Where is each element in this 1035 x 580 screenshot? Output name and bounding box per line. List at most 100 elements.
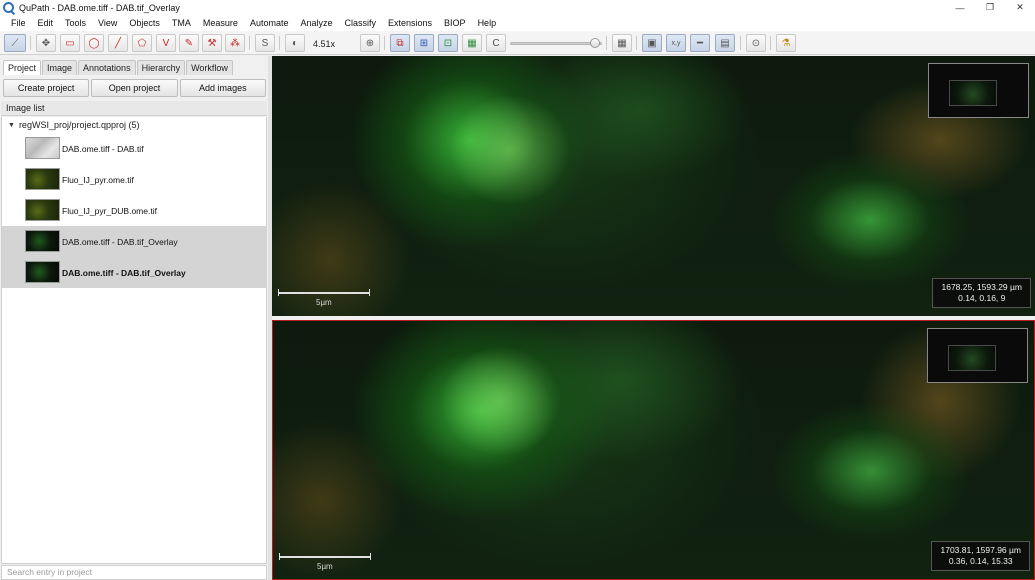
list-item[interactable]: Fluo_IJ_pyr_DUB.ome.tif [2, 195, 267, 226]
image-entry-label: DAB.ome.tiff - DAB.tif_Overlay [62, 267, 186, 278]
wand-tool-button[interactable]: ⚒ [202, 34, 222, 52]
show-annotations-button[interactable]: ⧉ [390, 34, 410, 52]
menu-measure[interactable]: Measure [197, 15, 244, 31]
analysis-pane: Project Image Annotations Hierarchy Work… [0, 56, 268, 580]
project-root[interactable]: ▼ regWSI_proj/project.qpproj (5) [8, 120, 140, 130]
project-buttons: Create project Open project Add images [3, 79, 266, 97]
log-icon: ⚗ [781, 37, 791, 49]
fill-detections-icon: ▦ [467, 37, 477, 49]
expand-arrow-icon[interactable]: ▼ [8, 122, 15, 129]
list-item[interactable]: DAB.ome.tiff - DAB.tif [2, 133, 267, 164]
scale-bar-label: 5µm [316, 298, 332, 307]
menu-classify[interactable]: Classify [339, 15, 383, 31]
ellipse-tool-button[interactable]: ◯ [84, 34, 104, 52]
overview-thumbnail[interactable] [927, 328, 1028, 383]
connections-icon: C [492, 37, 500, 49]
menu-tools[interactable]: Tools [59, 15, 92, 31]
menu-file[interactable]: File [5, 15, 32, 31]
toolbar-separator [740, 36, 741, 50]
tab-project[interactable]: Project [3, 60, 42, 75]
tab-hierarchy[interactable]: Hierarchy [136, 60, 186, 75]
selection-mode-button[interactable]: S [255, 34, 275, 52]
zoom-icon: ⊕ [365, 37, 375, 49]
analysis-tabs: Project Image Annotations Hierarchy Work… [3, 60, 234, 75]
show-connections-button[interactable]: C [486, 34, 506, 52]
line-tool-button[interactable]: ╱ [108, 34, 128, 52]
show-overview-button[interactable]: ▣ [642, 34, 662, 52]
image-entry-label: DAB.ome.tiff - DAB.tif [62, 143, 144, 154]
brush-tool-button[interactable]: ✎ [179, 34, 199, 52]
image-viewer-bottom[interactable]: 5µm 1703.81, 1597.96 µm 0.36, 0.14, 15.3… [272, 320, 1035, 580]
log-button[interactable]: ⚗ [776, 34, 796, 52]
pane-toggle-icon: ⟋ [11, 37, 19, 49]
menu-bar: File Edit Tools View Objects TMA Measure… [0, 15, 1035, 31]
menu-analyze[interactable]: Analyze [294, 15, 338, 31]
pixel-values: 0.14, 0.16, 9 [958, 293, 1006, 303]
show-location-button[interactable]: x,y [666, 34, 686, 52]
grid-icon: ▦ [617, 37, 627, 49]
restore-button[interactable]: ❐ [975, 0, 1005, 15]
move-tool-button[interactable]: ✥ [36, 34, 56, 52]
show-detections-button[interactable]: ⊡ [438, 34, 458, 52]
add-images-button[interactable]: Add images [179, 79, 266, 97]
points-tool-button[interactable]: ⁂ [225, 34, 245, 52]
pixel-classification-button[interactable]: ⊙ [746, 34, 766, 52]
list-item[interactable]: Fluo_IJ_pyr.ome.tif [2, 164, 267, 195]
menu-help[interactable]: Help [472, 15, 503, 31]
overview-thumbnail[interactable] [928, 63, 1029, 118]
show-grid-button[interactable]: ▦ [612, 34, 632, 52]
image-thumbnail [25, 168, 60, 190]
fill-detections-button[interactable]: ▦ [462, 34, 482, 52]
toolbar: ⟋ ✥ ▭ ◯ ╱ ⬠ V ✎ ⚒ ⁂ S ◐ 4.51x ⊕ ⧉ ⊞ ⊡ ▦ … [0, 31, 1035, 55]
scale-bar [279, 553, 371, 560]
rectangle-tool-button[interactable]: ▭ [60, 34, 80, 52]
points-icon: ⁂ [230, 37, 240, 49]
minimize-button[interactable]: — [945, 0, 975, 15]
toolbar-separator [636, 36, 637, 50]
close-button[interactable]: ✕ [1005, 0, 1035, 15]
menu-automate[interactable]: Automate [244, 15, 295, 31]
zoom-level: 4.51x [313, 39, 336, 49]
image-thumbnail [25, 230, 60, 252]
create-project-button[interactable]: Create project [3, 79, 90, 97]
opacity-slider-track[interactable] [510, 42, 602, 45]
polyline-tool-button[interactable]: V [156, 34, 176, 52]
show-analysis-pane-button[interactable]: ⟋ [4, 34, 26, 52]
scale-bar-label: 5µm [317, 562, 333, 571]
open-project-button[interactable]: Open project [91, 79, 178, 97]
line-icon: ╱ [114, 37, 122, 49]
scalebar-icon: ━ [696, 37, 704, 49]
annotations-icon: ⧉ [396, 37, 404, 49]
menu-objects[interactable]: Objects [123, 15, 166, 31]
image-viewer-top[interactable]: 5µm 1678.25, 1593.29 µm 0.14, 0.16, 9 [272, 56, 1035, 316]
list-item[interactable]: DAB.ome.tiff - DAB.tif_Overlay [2, 257, 267, 288]
cursor-coordinates: 1678.25, 1593.29 µm [941, 282, 1022, 292]
toolbar-separator [279, 36, 280, 50]
toolbar-separator [770, 36, 771, 50]
tab-workflow[interactable]: Workflow [186, 60, 233, 75]
tab-image[interactable]: Image [42, 60, 78, 75]
menu-view[interactable]: View [92, 15, 123, 31]
menu-edit[interactable]: Edit [32, 15, 60, 31]
image-entry-label: DAB.ome.tiff - DAB.tif_Overlay [62, 236, 178, 247]
image-thumbnail [25, 261, 60, 283]
scale-bar [278, 289, 370, 296]
menu-tma[interactable]: TMA [166, 15, 197, 31]
show-scalebar-button[interactable]: ━ [690, 34, 710, 52]
move-icon: ✥ [41, 37, 51, 49]
opacity-slider-thumb[interactable] [590, 38, 600, 48]
brightness-contrast-button[interactable]: ◐ [285, 34, 305, 52]
list-item[interactable]: DAB.ome.tiff - DAB.tif_Overlay [2, 226, 267, 257]
polygon-tool-button[interactable]: ⬠ [132, 34, 152, 52]
window-controls: — ❐ ✕ [945, 0, 1035, 15]
tab-annotations[interactable]: Annotations [78, 60, 136, 75]
image-list-header: Image list [1, 101, 267, 116]
menu-biop[interactable]: BIOP [438, 15, 472, 31]
project-search-input[interactable]: Search entry in project [1, 565, 267, 580]
image-entry-label: Fluo_IJ_pyr_DUB.ome.tif [62, 205, 157, 216]
zoom-to-fit-button[interactable]: ⊕ [360, 34, 380, 52]
pixel-classifier-icon: ⊙ [751, 37, 761, 49]
counting-grid-button[interactable]: ▤ [715, 34, 735, 52]
show-tma-grid-button[interactable]: ⊞ [414, 34, 434, 52]
menu-extensions[interactable]: Extensions [382, 15, 438, 31]
